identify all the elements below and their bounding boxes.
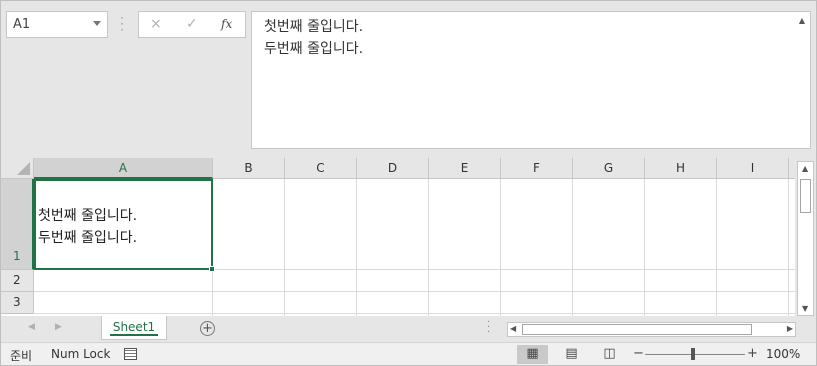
macro-recording-icon[interactable] — [124, 348, 137, 360]
cancel-icon[interactable]: × — [150, 16, 162, 32]
next-sheet-icon[interactable]: ▶ — [55, 322, 62, 332]
zoom-slider-track[interactable] — [645, 354, 745, 355]
status-num-lock: Num Lock — [51, 347, 111, 361]
chevron-down-icon[interactable] — [93, 21, 101, 26]
gridline — [716, 179, 717, 316]
vertical-scroll-thumb[interactable] — [800, 179, 811, 213]
zoom-out-button[interactable]: − — [633, 346, 644, 361]
sheet-tab-label: Sheet1 — [112, 320, 156, 334]
vertical-scrollbar[interactable]: ▲ ▼ — [797, 161, 814, 316]
column-header-e[interactable]: E — [429, 158, 501, 179]
zoom-in-button[interactable]: + — [747, 346, 758, 361]
column-header-a[interactable]: A — [34, 158, 213, 179]
column-header-c[interactable]: C — [285, 158, 357, 179]
row-header-3[interactable]: 3 — [0, 292, 34, 314]
formula-bar-buttons: × ✓ fx — [138, 11, 246, 38]
horizontal-scroll-thumb[interactable] — [522, 324, 752, 335]
horizontal-scrollbar[interactable]: ◀ ▶ — [507, 322, 796, 337]
formula-bar-grip-icon[interactable]: · · · — [118, 12, 126, 36]
sheet-tab-bar: ◀ ▶ Sheet1 + · · · ◀ ▶ — [0, 316, 817, 342]
cell-a1-line-1: 첫번째 줄입니다. — [38, 208, 138, 224]
name-box-value: A1 — [13, 17, 31, 32]
row-header-1[interactable]: 1 — [0, 179, 34, 270]
scroll-down-icon[interactable]: ▼ — [802, 304, 808, 313]
formula-line-1: 첫번째 줄입니다. — [264, 19, 364, 35]
scroll-right-icon[interactable]: ▶ — [787, 324, 793, 333]
column-header-b[interactable]: B — [213, 158, 285, 179]
page-break-preview-icon[interactable]: ◫ — [594, 345, 625, 364]
zoom-level[interactable]: 100% — [766, 347, 800, 361]
status-bar: 준비 Num Lock ▦ ▤ ◫ − + 100% — [0, 342, 817, 366]
column-header-f[interactable]: F — [501, 158, 573, 179]
add-sheet-button[interactable]: + — [200, 321, 215, 336]
scroll-left-icon[interactable]: ◀ — [510, 324, 516, 333]
select-all-triangle-icon — [17, 162, 30, 175]
enter-icon[interactable]: ✓ — [186, 16, 198, 32]
formula-line-2: 두번째 줄입니다. — [264, 41, 364, 57]
cell-a1-line-2: 두번째 줄입니다. — [38, 230, 138, 246]
gridline — [788, 179, 789, 316]
gridline — [500, 179, 501, 316]
zoom-slider-thumb[interactable] — [691, 348, 695, 360]
column-header-i[interactable]: I — [717, 158, 789, 179]
row-header-2[interactable]: 2 — [0, 270, 34, 292]
column-header-g[interactable]: G — [573, 158, 645, 179]
worksheet-grid[interactable]: A B C D E F G H I 1 2 3 첫번째 줄입니다. 두번째 줄입… — [0, 158, 795, 316]
gridline — [644, 179, 645, 316]
status-ready: 준비 — [10, 349, 33, 363]
page-layout-view-icon[interactable]: ▤ — [556, 345, 587, 364]
formula-input[interactable]: 첫번째 줄입니다. 두번째 줄입니다. ▲ — [251, 11, 811, 149]
previous-sheet-icon[interactable]: ◀ — [28, 322, 35, 332]
active-cell-a1[interactable]: 첫번째 줄입니다. 두번째 줄입니다. — [34, 179, 215, 272]
gridline — [356, 179, 357, 316]
column-header-d[interactable]: D — [357, 158, 429, 179]
gridline — [572, 179, 573, 316]
tab-splitter-icon[interactable]: · · · — [487, 318, 490, 338]
insert-function-icon[interactable]: fx — [221, 17, 232, 31]
sheet-tab-sheet1[interactable]: Sheet1 — [101, 316, 167, 340]
collapse-formula-bar-icon[interactable]: ▲ — [799, 16, 805, 25]
gridline — [284, 179, 285, 316]
gridline — [34, 313, 795, 314]
gridline — [34, 291, 795, 292]
name-box[interactable]: A1 — [6, 11, 108, 38]
gridline — [428, 179, 429, 316]
normal-view-icon[interactable]: ▦ — [517, 345, 548, 364]
active-tab-underline — [110, 334, 158, 336]
column-header-partial[interactable] — [789, 158, 795, 179]
fill-handle[interactable] — [209, 266, 215, 272]
scroll-up-icon[interactable]: ▲ — [802, 164, 808, 173]
select-all-corner[interactable] — [0, 158, 34, 179]
column-header-h[interactable]: H — [645, 158, 717, 179]
